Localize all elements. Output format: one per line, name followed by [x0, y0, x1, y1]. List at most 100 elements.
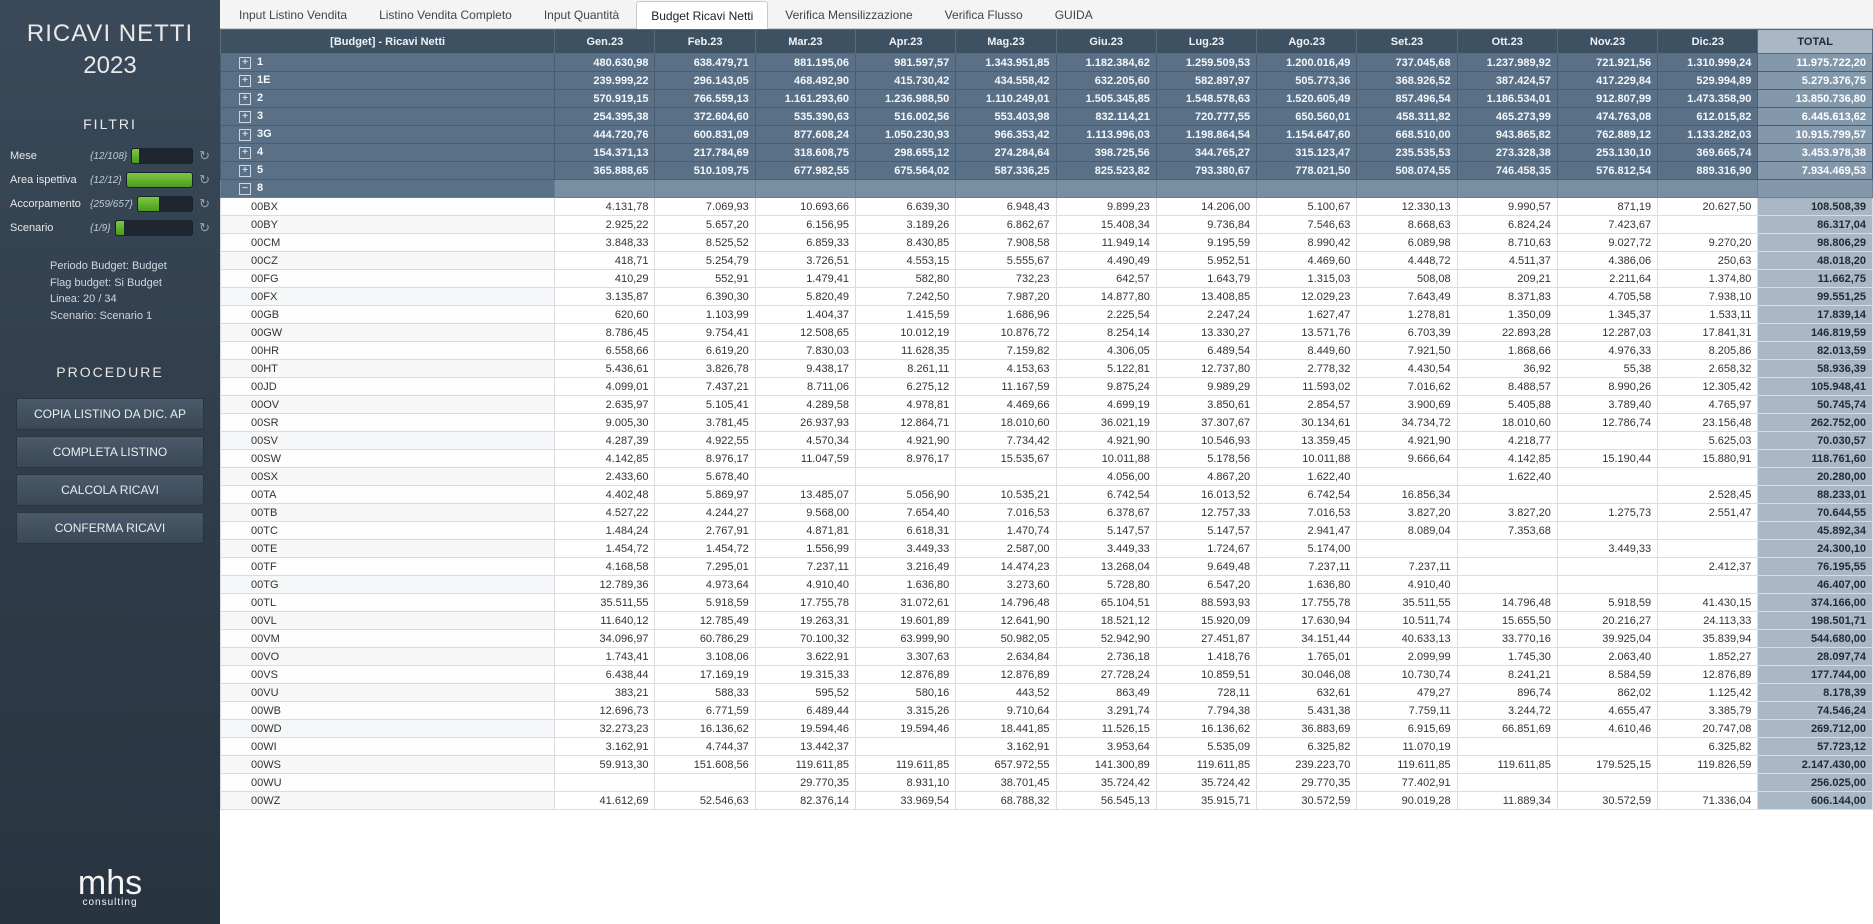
row-total[interactable]: 108.508,39	[1758, 198, 1873, 216]
cell[interactable]: 3.385,79	[1658, 702, 1758, 720]
cell[interactable]: 4.921,90	[856, 432, 956, 450]
cell[interactable]: 35.839,94	[1658, 630, 1758, 648]
cell[interactable]: 1.275,73	[1557, 504, 1657, 522]
cell[interactable]: 4.306,05	[1056, 342, 1156, 360]
cell[interactable]: 8.976,17	[655, 450, 755, 468]
month-header[interactable]: Apr.23	[856, 30, 956, 54]
cell[interactable]: 7.237,11	[1357, 558, 1457, 576]
cell[interactable]: 18.010,60	[1457, 414, 1557, 432]
cell[interactable]: 443,52	[956, 684, 1056, 702]
month-header[interactable]: Nov.23	[1557, 30, 1657, 54]
cell[interactable]: 4.490,49	[1056, 252, 1156, 270]
cell[interactable]: 2.412,37	[1658, 558, 1758, 576]
cell[interactable]: 516.002,56	[856, 108, 956, 126]
cell[interactable]: 52.546,63	[655, 792, 755, 810]
cell[interactable]: 5.254,79	[655, 252, 755, 270]
cell[interactable]: 88.593,93	[1156, 594, 1256, 612]
expand-icon[interactable]: +	[239, 129, 251, 141]
cell[interactable]: 19.594,46	[755, 720, 855, 738]
cell[interactable]: 369.665,74	[1658, 144, 1758, 162]
row-total[interactable]: 11.662,75	[1758, 270, 1873, 288]
cell[interactable]: 4.289,58	[755, 396, 855, 414]
cell[interactable]: 10.876,72	[956, 324, 1056, 342]
cell[interactable]: 5.820,49	[755, 288, 855, 306]
cell[interactable]: 19.601,89	[856, 612, 956, 630]
cell[interactable]: 35.511,55	[1357, 594, 1457, 612]
table-row[interactable]: 00WU29.770,358.931,1038.701,4535.724,423…	[221, 774, 1873, 792]
cell[interactable]: 4.142,85	[555, 450, 655, 468]
cell[interactable]: 65.104,51	[1056, 594, 1156, 612]
cell[interactable]	[1658, 180, 1758, 198]
cell[interactable]: 479,27	[1357, 684, 1457, 702]
cell[interactable]: 6.703,39	[1357, 324, 1457, 342]
cell[interactable]: 14.796,48	[1457, 594, 1557, 612]
tab[interactable]: Verifica Mensilizzazione	[770, 0, 927, 28]
cell[interactable]: 17.755,78	[755, 594, 855, 612]
cell[interactable]: 9.875,24	[1056, 378, 1156, 396]
cell[interactable]: 1.259.509,53	[1156, 54, 1256, 72]
cell[interactable]	[1658, 540, 1758, 558]
cell[interactable]: 7.237,11	[755, 558, 855, 576]
cell[interactable]: 825.523,82	[1056, 162, 1156, 180]
cell[interactable]: 632.205,60	[1056, 72, 1156, 90]
cell[interactable]: 10.011,88	[1056, 450, 1156, 468]
row-label[interactable]: +5	[221, 162, 555, 180]
cell[interactable]: 36.883,69	[1257, 720, 1357, 738]
table-row[interactable]: +5365.888,65510.109,75677.982,55675.564,…	[221, 162, 1873, 180]
row-label[interactable]: 00VS	[221, 666, 555, 684]
cell[interactable]: 4.744,37	[655, 738, 755, 756]
cell[interactable]: 612.015,82	[1658, 108, 1758, 126]
cell[interactable]: 8.711,06	[755, 378, 855, 396]
cell[interactable]: 30.134,61	[1257, 414, 1357, 432]
table-row[interactable]: 00HR6.558,666.619,207.830,0311.628,357.1…	[221, 342, 1873, 360]
cell[interactable]: 5.178,56	[1156, 450, 1256, 468]
cell[interactable]: 5.056,90	[856, 486, 956, 504]
cell[interactable]: 668.510,00	[1357, 126, 1457, 144]
table-row[interactable]: 00WZ41.612,6952.546,6382.376,1433.969,54…	[221, 792, 1873, 810]
cell[interactable]: 1.548.578,63	[1156, 90, 1256, 108]
cell[interactable]: 4.168,58	[555, 558, 655, 576]
cell[interactable]: 1.556,99	[755, 540, 855, 558]
cell[interactable]: 372.604,60	[655, 108, 755, 126]
cell[interactable]: 33.770,16	[1457, 630, 1557, 648]
cell[interactable]: 1.103,99	[655, 306, 755, 324]
cell[interactable]: 20.216,27	[1557, 612, 1657, 630]
row-label[interactable]: 00SX	[221, 468, 555, 486]
cell[interactable]: 675.564,02	[856, 162, 956, 180]
cell[interactable]	[856, 468, 956, 486]
cell[interactable]: 881.195,06	[755, 54, 855, 72]
cell[interactable]	[1457, 576, 1557, 594]
row-total[interactable]: 57.723,12	[1758, 738, 1873, 756]
cell[interactable]: 1.418,76	[1156, 648, 1256, 666]
cell[interactable]	[755, 468, 855, 486]
cell[interactable]: 3.307,63	[856, 648, 956, 666]
cell[interactable]: 657.972,55	[956, 756, 1056, 774]
cell[interactable]: 7.237,11	[1257, 558, 1357, 576]
cell[interactable]: 11.640,12	[555, 612, 655, 630]
cell[interactable]: 8.525,52	[655, 234, 755, 252]
cell[interactable]: 981.597,57	[856, 54, 956, 72]
expand-icon[interactable]: +	[239, 93, 251, 105]
cell[interactable]: 4.610,46	[1557, 720, 1657, 738]
cell[interactable]: 151.608,56	[655, 756, 755, 774]
cell[interactable]: 3.726,51	[755, 252, 855, 270]
cell[interactable]: 6.156,95	[755, 216, 855, 234]
cell[interactable]: 4.402,48	[555, 486, 655, 504]
cell[interactable]: 943.865,82	[1457, 126, 1557, 144]
row-label[interactable]: 00HR	[221, 342, 555, 360]
cell[interactable]: 6.325,82	[1257, 738, 1357, 756]
cell[interactable]: 4.910,40	[1357, 576, 1457, 594]
table-row[interactable]: 00TF4.168,587.295,017.237,113.216,4914.4…	[221, 558, 1873, 576]
cell[interactable]	[1457, 558, 1557, 576]
cell[interactable]: 7.734,42	[956, 432, 1056, 450]
expand-icon[interactable]: +	[239, 147, 251, 159]
row-total[interactable]: 20.280,00	[1758, 468, 1873, 486]
row-total[interactable]: 177.744,00	[1758, 666, 1873, 684]
cell[interactable]: 1.627,47	[1257, 306, 1357, 324]
cell[interactable]: 877.608,24	[755, 126, 855, 144]
cell[interactable]	[555, 774, 655, 792]
cell[interactable]: 16.856,34	[1357, 486, 1457, 504]
cell[interactable]: 10.012,19	[856, 324, 956, 342]
table-row[interactable]: 00SV4.287,394.922,554.570,344.921,907.73…	[221, 432, 1873, 450]
cell[interactable]: 3.826,78	[655, 360, 755, 378]
